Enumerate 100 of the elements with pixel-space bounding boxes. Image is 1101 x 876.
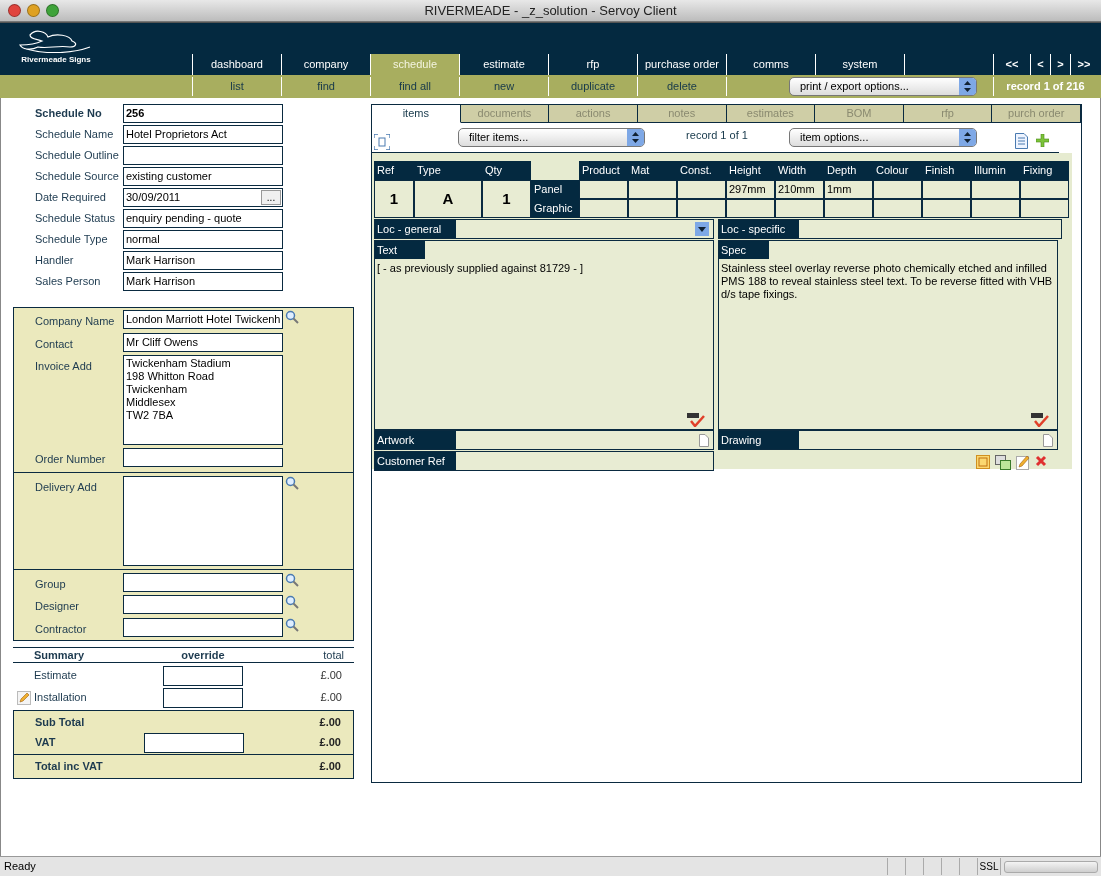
field-label: Schedule Type (34, 232, 109, 248)
override-field[interactable] (163, 687, 243, 708)
pencil-icon[interactable] (16, 690, 31, 705)
total-value: £.00 (319, 668, 343, 684)
item-options-dropdown[interactable]: item options... (789, 128, 977, 147)
column-header: Finish (922, 161, 971, 180)
action-link[interactable]: delete (637, 77, 726, 96)
column-header: Ref (374, 161, 414, 180)
delete-icon[interactable] (1035, 454, 1047, 467)
print-export-dropdown[interactable]: print / export options... (789, 77, 977, 96)
document-icon[interactable] (1015, 132, 1028, 149)
total-value: £.00 (318, 715, 342, 731)
up-down-arrows-icon[interactable] (964, 81, 971, 92)
grid-cell: 1mm (824, 180, 873, 199)
text-field[interactable]: Hotel Proprietors Act (123, 125, 283, 144)
text-field[interactable]: Mark Harrison (123, 251, 283, 270)
grid-cell (922, 180, 971, 199)
column-header: Width (775, 161, 824, 180)
text-area[interactable]: Text [ - as previously supplied against 81729 - ] (374, 240, 714, 430)
text-field[interactable] (123, 146, 283, 165)
field-label: Text (375, 241, 425, 259)
column-header: Const. (677, 161, 726, 180)
grid-cell (971, 180, 1020, 199)
text-field[interactable]: 256 (123, 104, 283, 123)
column-header: Product (579, 161, 628, 180)
column-header: Mat (628, 161, 677, 180)
action-link[interactable]: find all (370, 77, 459, 96)
column-header: Qty (482, 161, 531, 180)
text-field[interactable] (123, 572, 283, 592)
record-counter: record 1 of 1 (685, 128, 749, 143)
address-field[interactable]: Twickenham Stadium 198 Whitton Road Twickenham Middlesex TW2 7BA (123, 355, 283, 445)
zoom-button[interactable] (46, 4, 59, 17)
override-field[interactable] (163, 665, 243, 686)
text-field[interactable] (123, 617, 283, 637)
override-field[interactable] (144, 732, 244, 753)
spellcheck-icon[interactable] (1031, 413, 1049, 427)
search-icon[interactable] (285, 595, 299, 609)
add-icon[interactable] (1036, 134, 1049, 147)
grid-cell: 297mm (726, 180, 775, 199)
field-label: Contact (34, 336, 74, 352)
grid-cell: A (414, 180, 482, 218)
column-header: Depth (824, 161, 873, 180)
edit-icon[interactable] (1016, 454, 1030, 470)
field-label: Company Name (34, 314, 116, 329)
field-label: Sales Person (34, 274, 102, 290)
field-label: Delivery Add (34, 479, 98, 495)
text-field[interactable] (123, 448, 283, 467)
field-label: Schedule No (34, 106, 103, 122)
row-header: Panel (531, 180, 579, 199)
search-icon[interactable] (285, 617, 299, 632)
address-field[interactable] (123, 475, 283, 566)
text-field[interactable]: Mark Harrison (123, 272, 283, 291)
grid-cell (873, 180, 922, 199)
text-area[interactable]: Spec Stainless steel overlay reverse photo chemically etched and infilled PMS 188 to reveal stainless steel text. To be reverse fitted with VHB d/s tape fixings. (718, 240, 1058, 430)
up-down-arrows-icon[interactable] (632, 132, 639, 143)
filter-dropdown[interactable]: filter items... (458, 128, 645, 147)
row-header: Graphic (531, 199, 579, 218)
text-field[interactable]: enquiry pending - quote (123, 209, 283, 228)
up-down-arrows-icon[interactable] (964, 132, 971, 143)
search-icon[interactable] (285, 572, 299, 587)
action-link[interactable]: new (459, 77, 548, 96)
action-link[interactable]: find (281, 77, 370, 96)
spellcheck-icon[interactable] (687, 413, 705, 427)
window-title: RIVERMEADE - _z_solution - Servoy Client (424, 1, 677, 20)
ssl-indicator: SSL (977, 858, 1001, 875)
text-field[interactable]: existing customer (123, 167, 283, 186)
minimize-button[interactable] (27, 4, 40, 17)
text-field[interactable]: London Marriott Hotel Twickenh (123, 310, 283, 329)
text-value: Stainless steel overlay reverse photo chemically etched and infilled PMS 188 to reveal stainless steel text. To be reverse fitted with VHB d/s tape fixings. (720, 261, 1054, 301)
search-icon[interactable] (285, 310, 299, 324)
field-label: Invoice Add (34, 359, 93, 374)
duplicate-icon[interactable] (995, 454, 1011, 470)
date-field[interactable]: 30/09/2011 ... (123, 188, 283, 207)
column-heading: override (180, 647, 226, 663)
field-label: Schedule Outline (34, 148, 120, 164)
window-icon[interactable] (976, 454, 990, 469)
field-label: Date Required (34, 190, 107, 206)
text-field[interactable]: normal (123, 230, 283, 249)
action-link[interactable]: list (192, 77, 281, 96)
field-label: Order Number (34, 452, 107, 467)
column-header: Colour (873, 161, 922, 180)
row-label: Estimate (34, 668, 78, 684)
address-line: 198 Whitton Road (126, 370, 216, 383)
grid-cell (677, 180, 726, 199)
expand-document-icon[interactable] (374, 133, 390, 150)
field-label: Group (34, 576, 67, 592)
column-header: Height (726, 161, 775, 180)
search-icon[interactable] (285, 475, 299, 490)
total-value: £.00 (318, 735, 342, 751)
record-counter: record 1 of 216 (993, 77, 1097, 96)
text-field[interactable]: Mr Cliff Owens (123, 332, 283, 352)
action-link[interactable]: duplicate (548, 77, 637, 96)
text-field[interactable] (123, 595, 283, 614)
field-label: Schedule Name (34, 127, 115, 143)
close-button[interactable] (8, 4, 21, 17)
grid-cell (579, 180, 628, 199)
date-picker-button[interactable]: ... (261, 190, 281, 205)
status-text: Ready (3, 859, 37, 875)
field-label: Designer (34, 599, 81, 614)
grid-cell (628, 180, 677, 199)
